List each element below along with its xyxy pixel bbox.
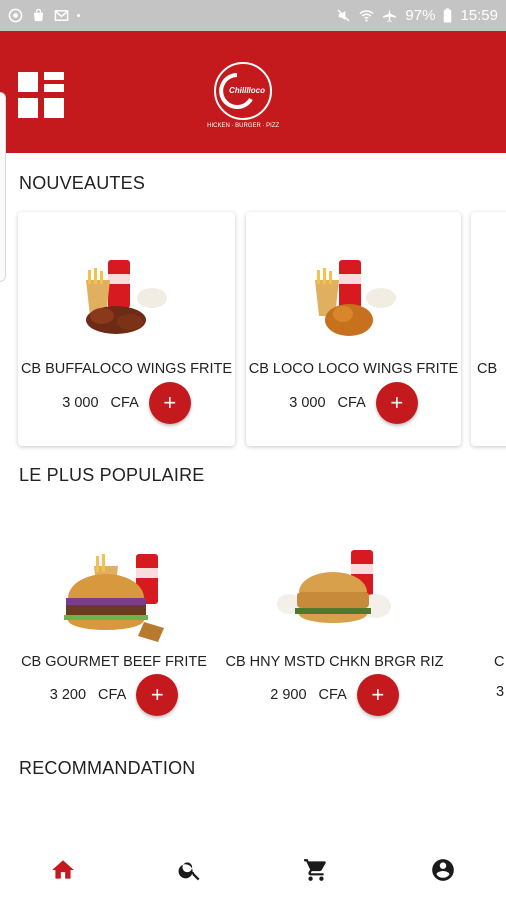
section-title-popular: LE PLUS POPULAIRE <box>19 465 205 485</box>
product-card-partial[interactable]: CB <box>471 212 506 446</box>
product-name: CB LOCO LOCO WINGS FRITE <box>248 361 459 377</box>
more-notifications-dot <box>77 14 80 17</box>
status-notifications <box>8 8 80 23</box>
product-card[interactable]: CB HNY MSTD CHKN BRGR RIZ 2 900 CFA + <box>222 540 447 720</box>
price-row: 3 000 CFA + <box>246 382 461 424</box>
price-currency: CFA <box>337 395 366 411</box>
nav-account[interactable] <box>423 850 463 890</box>
nav-cart[interactable] <box>296 850 336 890</box>
combo-wings-image <box>314 260 396 336</box>
home-icon <box>52 860 75 879</box>
product-card[interactable]: CB BUFFALOCO WINGS FRITE 3 000 CFA + <box>18 212 235 446</box>
product-name: CB HNY MSTD CHKN BRGR RIZ <box>225 654 444 670</box>
price-value: 3 200 <box>49 687 87 703</box>
clock: 15:59 <box>460 7 498 24</box>
shopping-bag-icon <box>33 8 44 22</box>
product-card[interactable]: CB LOCO LOCO WINGS FRITE 3 000 CFA + <box>246 212 461 446</box>
product-name: CB GOURMET BEEF FRITE <box>21 654 207 670</box>
mute-icon <box>337 9 351 22</box>
app-header: Chilllloco CHICKEN · BURGER · PIZZA <box>0 31 506 153</box>
battery-percent: 97% <box>405 7 436 24</box>
product-name: CB <box>477 361 498 377</box>
price-value: 3 000 <box>62 395 99 411</box>
product-name: CB BUFFALOCO WINGS FRITE <box>20 361 233 377</box>
wifi-icon <box>359 10 375 22</box>
status-bar: 97% 15:59 <box>0 0 506 31</box>
brand-logo: Chilllloco CHICKEN · BURGER · PIZZA <box>207 62 279 129</box>
price-row: 3 200 CFA + <box>14 674 214 716</box>
price-value: 2 900 <box>270 687 307 703</box>
price-value: 3 000 <box>289 395 326 411</box>
combo-chicken-burger-image <box>276 550 391 623</box>
account-icon <box>431 859 454 881</box>
section-title-new: NOUVEAUTES <box>19 173 146 193</box>
add-to-cart-button[interactable]: + <box>136 674 179 716</box>
chat-icon <box>8 8 23 23</box>
price-value: 3 <box>496 684 505 700</box>
nav-search[interactable] <box>170 850 210 890</box>
add-to-cart-button[interactable]: + <box>375 382 418 424</box>
svg-text:Chilllloco: Chilllloco <box>229 86 265 95</box>
price-row: 3 000 CFA + <box>18 382 235 424</box>
bottom-navigation <box>0 840 506 900</box>
add-to-cart-button[interactable]: + <box>356 674 399 716</box>
price-currency: CFA <box>318 687 347 703</box>
product-name: C <box>494 654 505 670</box>
status-system: 97% 15:59 <box>336 7 498 24</box>
product-card-partial[interactable]: C 3 <box>490 540 506 720</box>
price-currency: CFA <box>98 687 127 703</box>
section-title-recommend: RECOMMANDATION <box>19 758 196 778</box>
drawer-handle[interactable] <box>0 92 6 282</box>
search-icon <box>178 862 200 881</box>
combo-wings-image <box>85 260 167 334</box>
add-to-cart-button[interactable]: + <box>148 382 191 424</box>
price-row: 2 900 CFA + <box>222 674 447 716</box>
menu-grid-icon[interactable] <box>17 71 65 119</box>
svg-text:CHICKEN · BURGER · PIZZA: CHICKEN · BURGER · PIZZA <box>207 123 279 129</box>
battery-icon <box>444 8 452 23</box>
nav-home[interactable] <box>43 850 83 890</box>
gmail-icon <box>54 10 69 21</box>
airplane-icon <box>383 8 397 23</box>
product-card[interactable]: CB GOURMET BEEF FRITE 3 200 CFA + <box>14 540 214 720</box>
combo-burger-image <box>64 554 164 642</box>
cart-icon <box>304 859 327 881</box>
price-currency: CFA <box>110 395 139 411</box>
